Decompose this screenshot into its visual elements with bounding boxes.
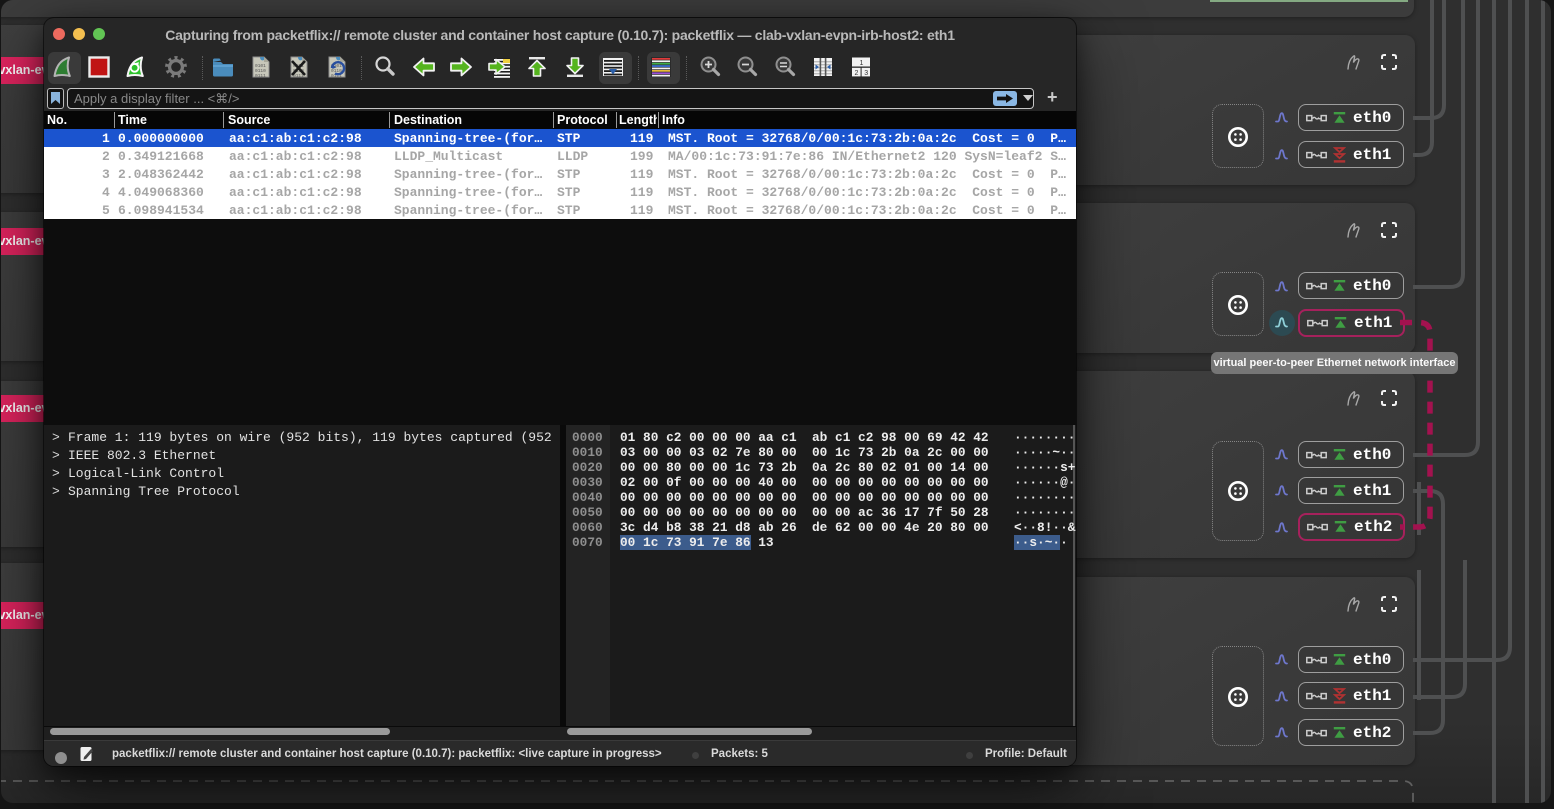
svg-text:2: 2 bbox=[855, 70, 859, 77]
svg-text:0111: 0111 bbox=[255, 73, 266, 79]
svg-text:3: 3 bbox=[864, 70, 868, 77]
svg-text:1: 1 bbox=[860, 60, 864, 67]
